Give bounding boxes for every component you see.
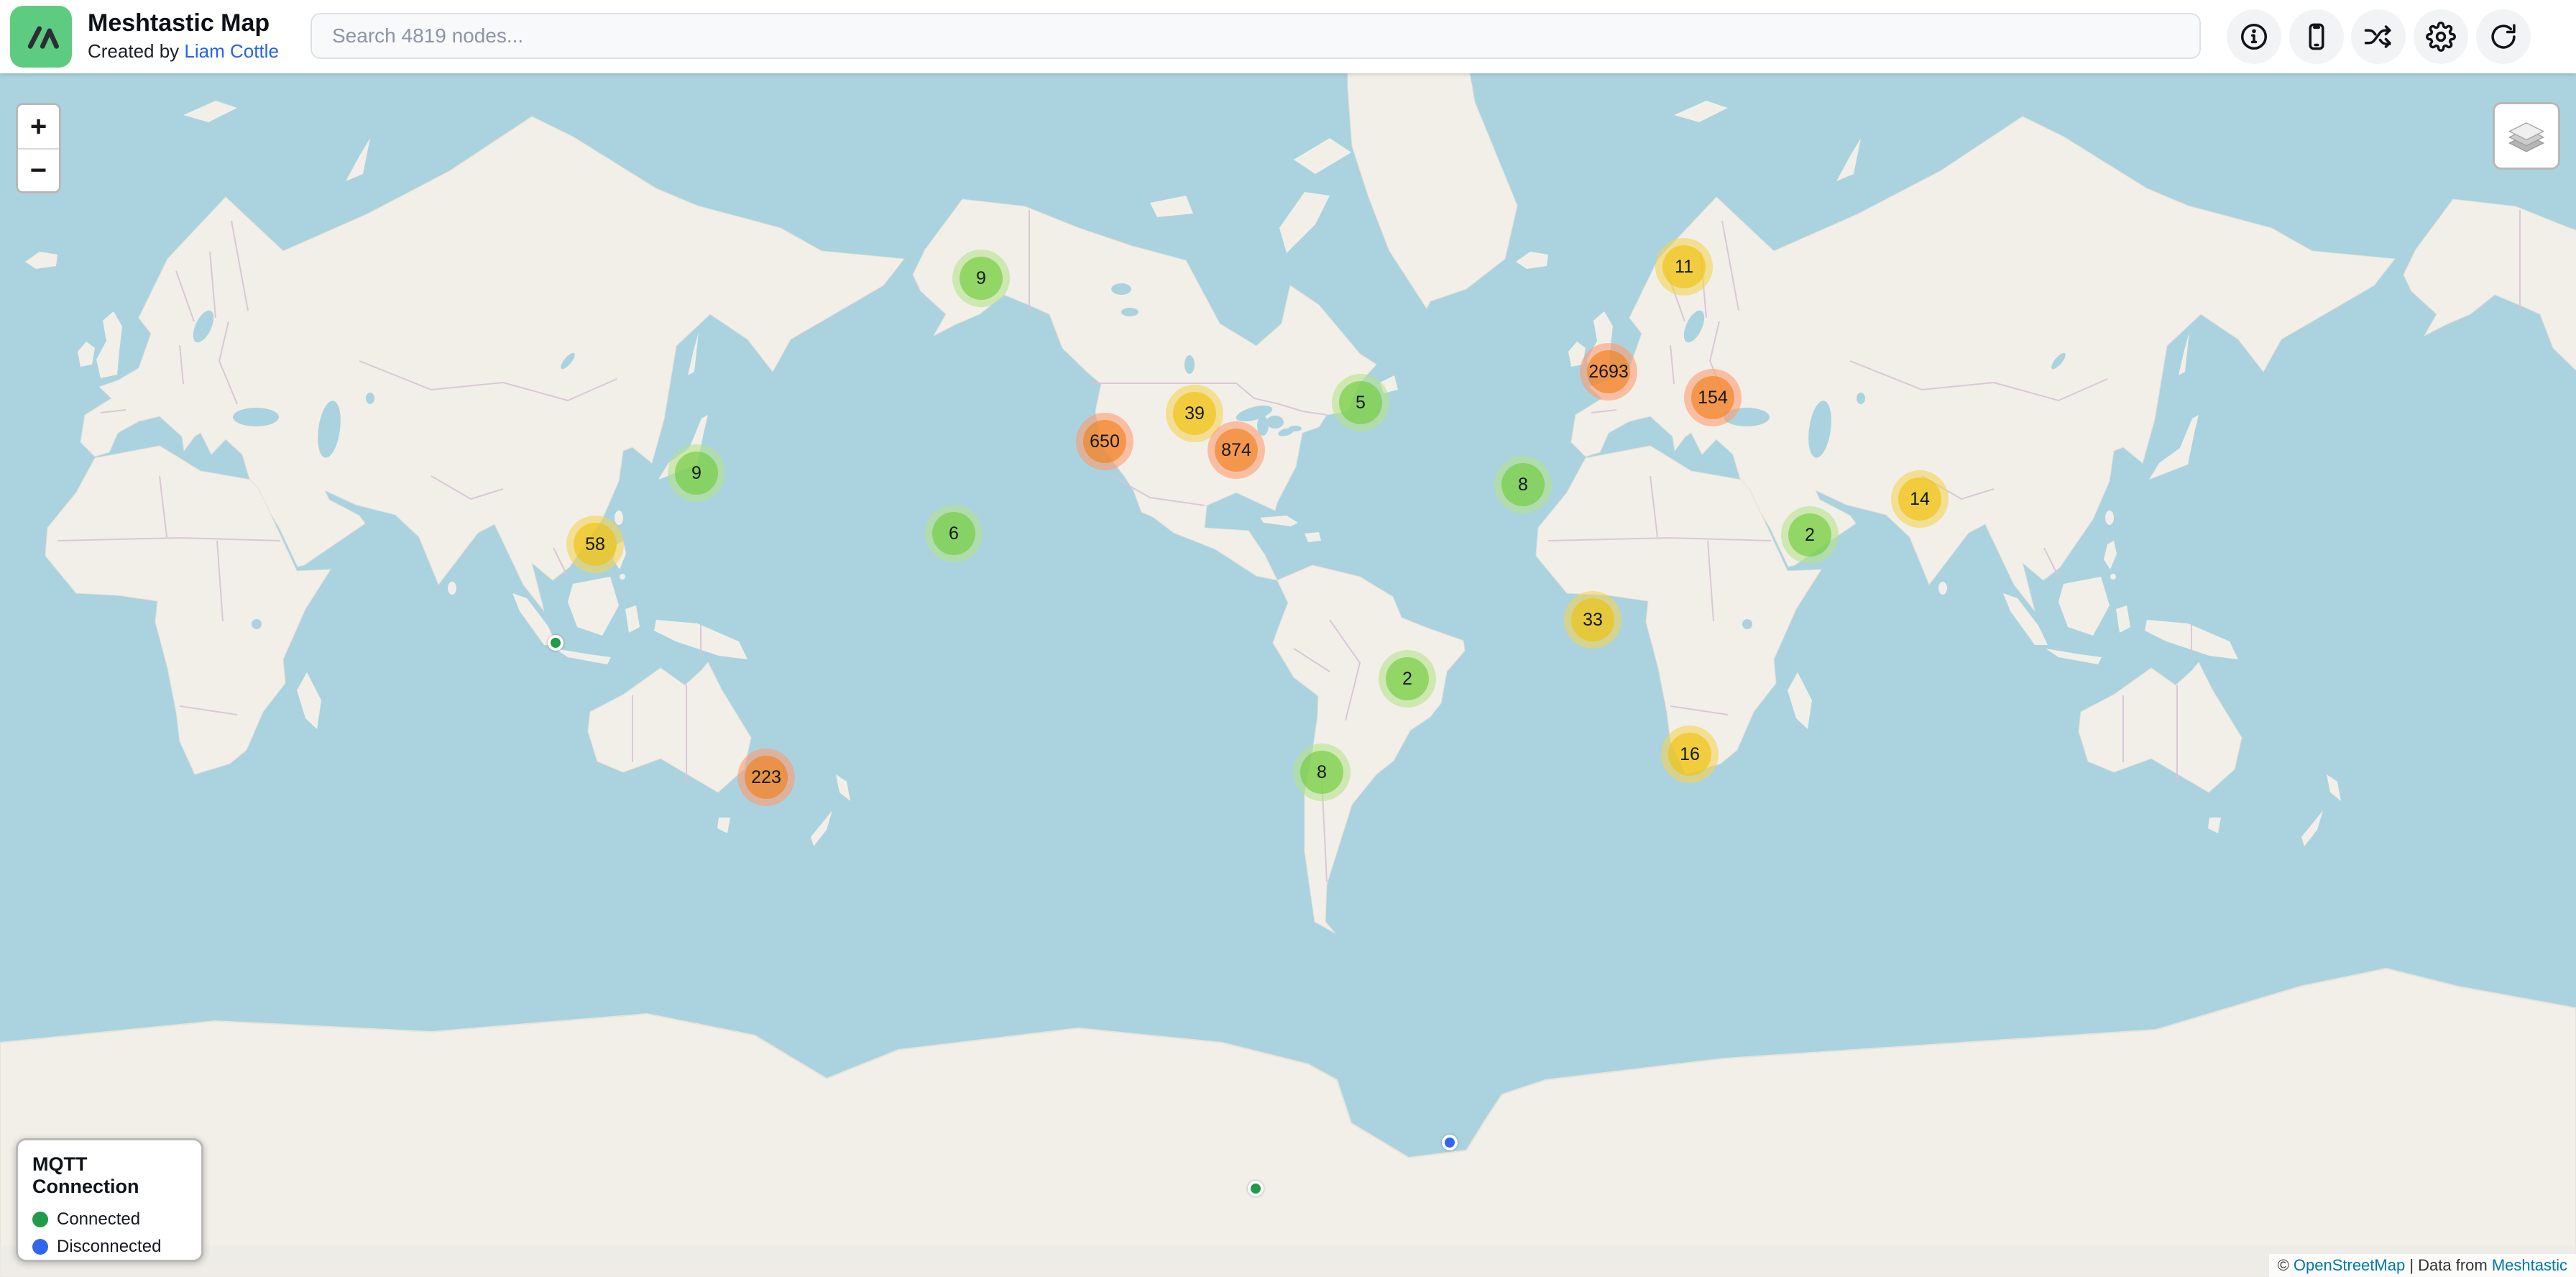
cluster-count: 8: [1501, 463, 1545, 506]
info-icon: [2239, 22, 2269, 52]
cluster-count: 2: [1386, 657, 1429, 700]
attribution-separator: | Data from: [2405, 1256, 2492, 1274]
zoom-in-button[interactable]: +: [18, 105, 59, 148]
cluster-count: 6: [932, 512, 975, 555]
page-subtitle: Created by Liam Cottle: [88, 37, 279, 65]
disconnected-dot: [32, 1239, 48, 1255]
cluster-count: 11: [1662, 245, 1706, 288]
search-input[interactable]: [310, 13, 2201, 59]
cluster-count: 154: [1691, 376, 1734, 419]
cluster-count: 223: [745, 756, 788, 799]
title-block: Meshtastic Map Created by Liam Cottle: [88, 9, 279, 65]
map-attribution: © OpenStreetMap | Data from Meshtastic: [2269, 1254, 2576, 1277]
device-icon: [2301, 22, 2332, 52]
node-marker-connected[interactable]: [548, 635, 564, 651]
cluster-count: 2: [1788, 513, 1831, 557]
cluster-count: 650: [1083, 420, 1126, 463]
cluster-marker[interactable]: 2: [1379, 650, 1436, 708]
cluster-marker[interactable]: 874: [1208, 421, 1265, 479]
refresh-button[interactable]: [2476, 9, 2531, 64]
shuffle-icon: [2363, 22, 2393, 52]
zoom-control: + −: [16, 103, 61, 193]
cluster-marker[interactable]: 16: [1661, 726, 1719, 783]
subtitle-prefix: Created by: [88, 40, 184, 62]
cluster-marker[interactable]: 11: [1655, 238, 1713, 296]
meshtastic-map-app: 9 11 2693 154 39 5 650 874 9 8 14 2 6 58 33 2 16 8 223 + −…: [0, 0, 2576, 1277]
app-header: Meshtastic Map Created by Liam Cottle: [0, 0, 2576, 73]
meshtastic-logo: [10, 6, 72, 68]
settings-icon: [2426, 22, 2456, 52]
cluster-marker[interactable]: 154: [1684, 369, 1742, 426]
cluster-count: 5: [1339, 381, 1382, 424]
mqtt-legend: MQTT Connection Connected Disconnected: [16, 1138, 203, 1262]
cluster-count: 33: [1571, 598, 1614, 641]
legend-row-connected: Connected: [32, 1209, 187, 1230]
cluster-marker[interactable]: 33: [1564, 591, 1622, 649]
legend-label-disconnected: Disconnected: [57, 1237, 161, 1257]
cluster-count: 9: [675, 452, 718, 495]
zoom-out-button[interactable]: −: [18, 148, 59, 191]
copyright-text: ©: [2278, 1256, 2294, 1274]
cluster-marker[interactable]: 5: [1332, 374, 1389, 431]
legend-label-connected: Connected: [57, 1209, 140, 1230]
settings-button[interactable]: [2414, 9, 2468, 64]
layers-icon: [2506, 115, 2547, 157]
cluster-count: 8: [1300, 751, 1343, 794]
node-marker-disconnected[interactable]: [1442, 1135, 1458, 1150]
legend-title: MQTT Connection: [32, 1153, 187, 1198]
connected-dot: [32, 1212, 48, 1227]
cluster-count: 16: [1668, 733, 1711, 776]
cluster-marker[interactable]: 58: [566, 516, 624, 573]
cluster-marker[interactable]: 6: [925, 505, 983, 562]
cluster-count: 874: [1215, 429, 1258, 472]
cluster-marker[interactable]: 2693: [1580, 343, 1637, 401]
cluster-marker[interactable]: 8: [1293, 743, 1351, 801]
refresh-icon: [2488, 22, 2518, 52]
info-button[interactable]: [2227, 9, 2281, 64]
cluster-count: 39: [1173, 392, 1216, 435]
cluster-count: 2693: [1587, 350, 1630, 393]
page-title: Meshtastic Map: [88, 9, 279, 37]
meshtastic-link[interactable]: Meshtastic: [2492, 1256, 2567, 1274]
cluster-marker[interactable]: 9: [952, 250, 1010, 307]
legend-row-disconnected: Disconnected: [32, 1237, 187, 1257]
cluster-count: 14: [1898, 477, 1941, 521]
layers-control[interactable]: [2493, 102, 2560, 170]
cluster-marker[interactable]: 9: [668, 444, 725, 502]
device-button[interactable]: [2289, 9, 2344, 64]
author-link[interactable]: Liam Cottle: [184, 40, 279, 62]
cluster-marker[interactable]: 650: [1076, 413, 1133, 470]
cluster-marker[interactable]: 14: [1891, 470, 1949, 528]
shuffle-button[interactable]: [2351, 9, 2406, 64]
cluster-count: 9: [960, 257, 1003, 300]
marker-layer: 9 11 2693 154 39 5 650 874 9 8 14 2 6 58 33 2 16 8 223: [0, 0, 2576, 1277]
cluster-marker[interactable]: 223: [737, 749, 795, 806]
cluster-marker[interactable]: 8: [1494, 456, 1552, 513]
cluster-count: 58: [574, 523, 617, 566]
cluster-marker[interactable]: 2: [1781, 506, 1839, 564]
meshtastic-logo-icon: [18, 14, 64, 60]
node-marker-connected[interactable]: [1248, 1181, 1264, 1196]
osm-link[interactable]: OpenStreetMap: [2294, 1256, 2405, 1274]
